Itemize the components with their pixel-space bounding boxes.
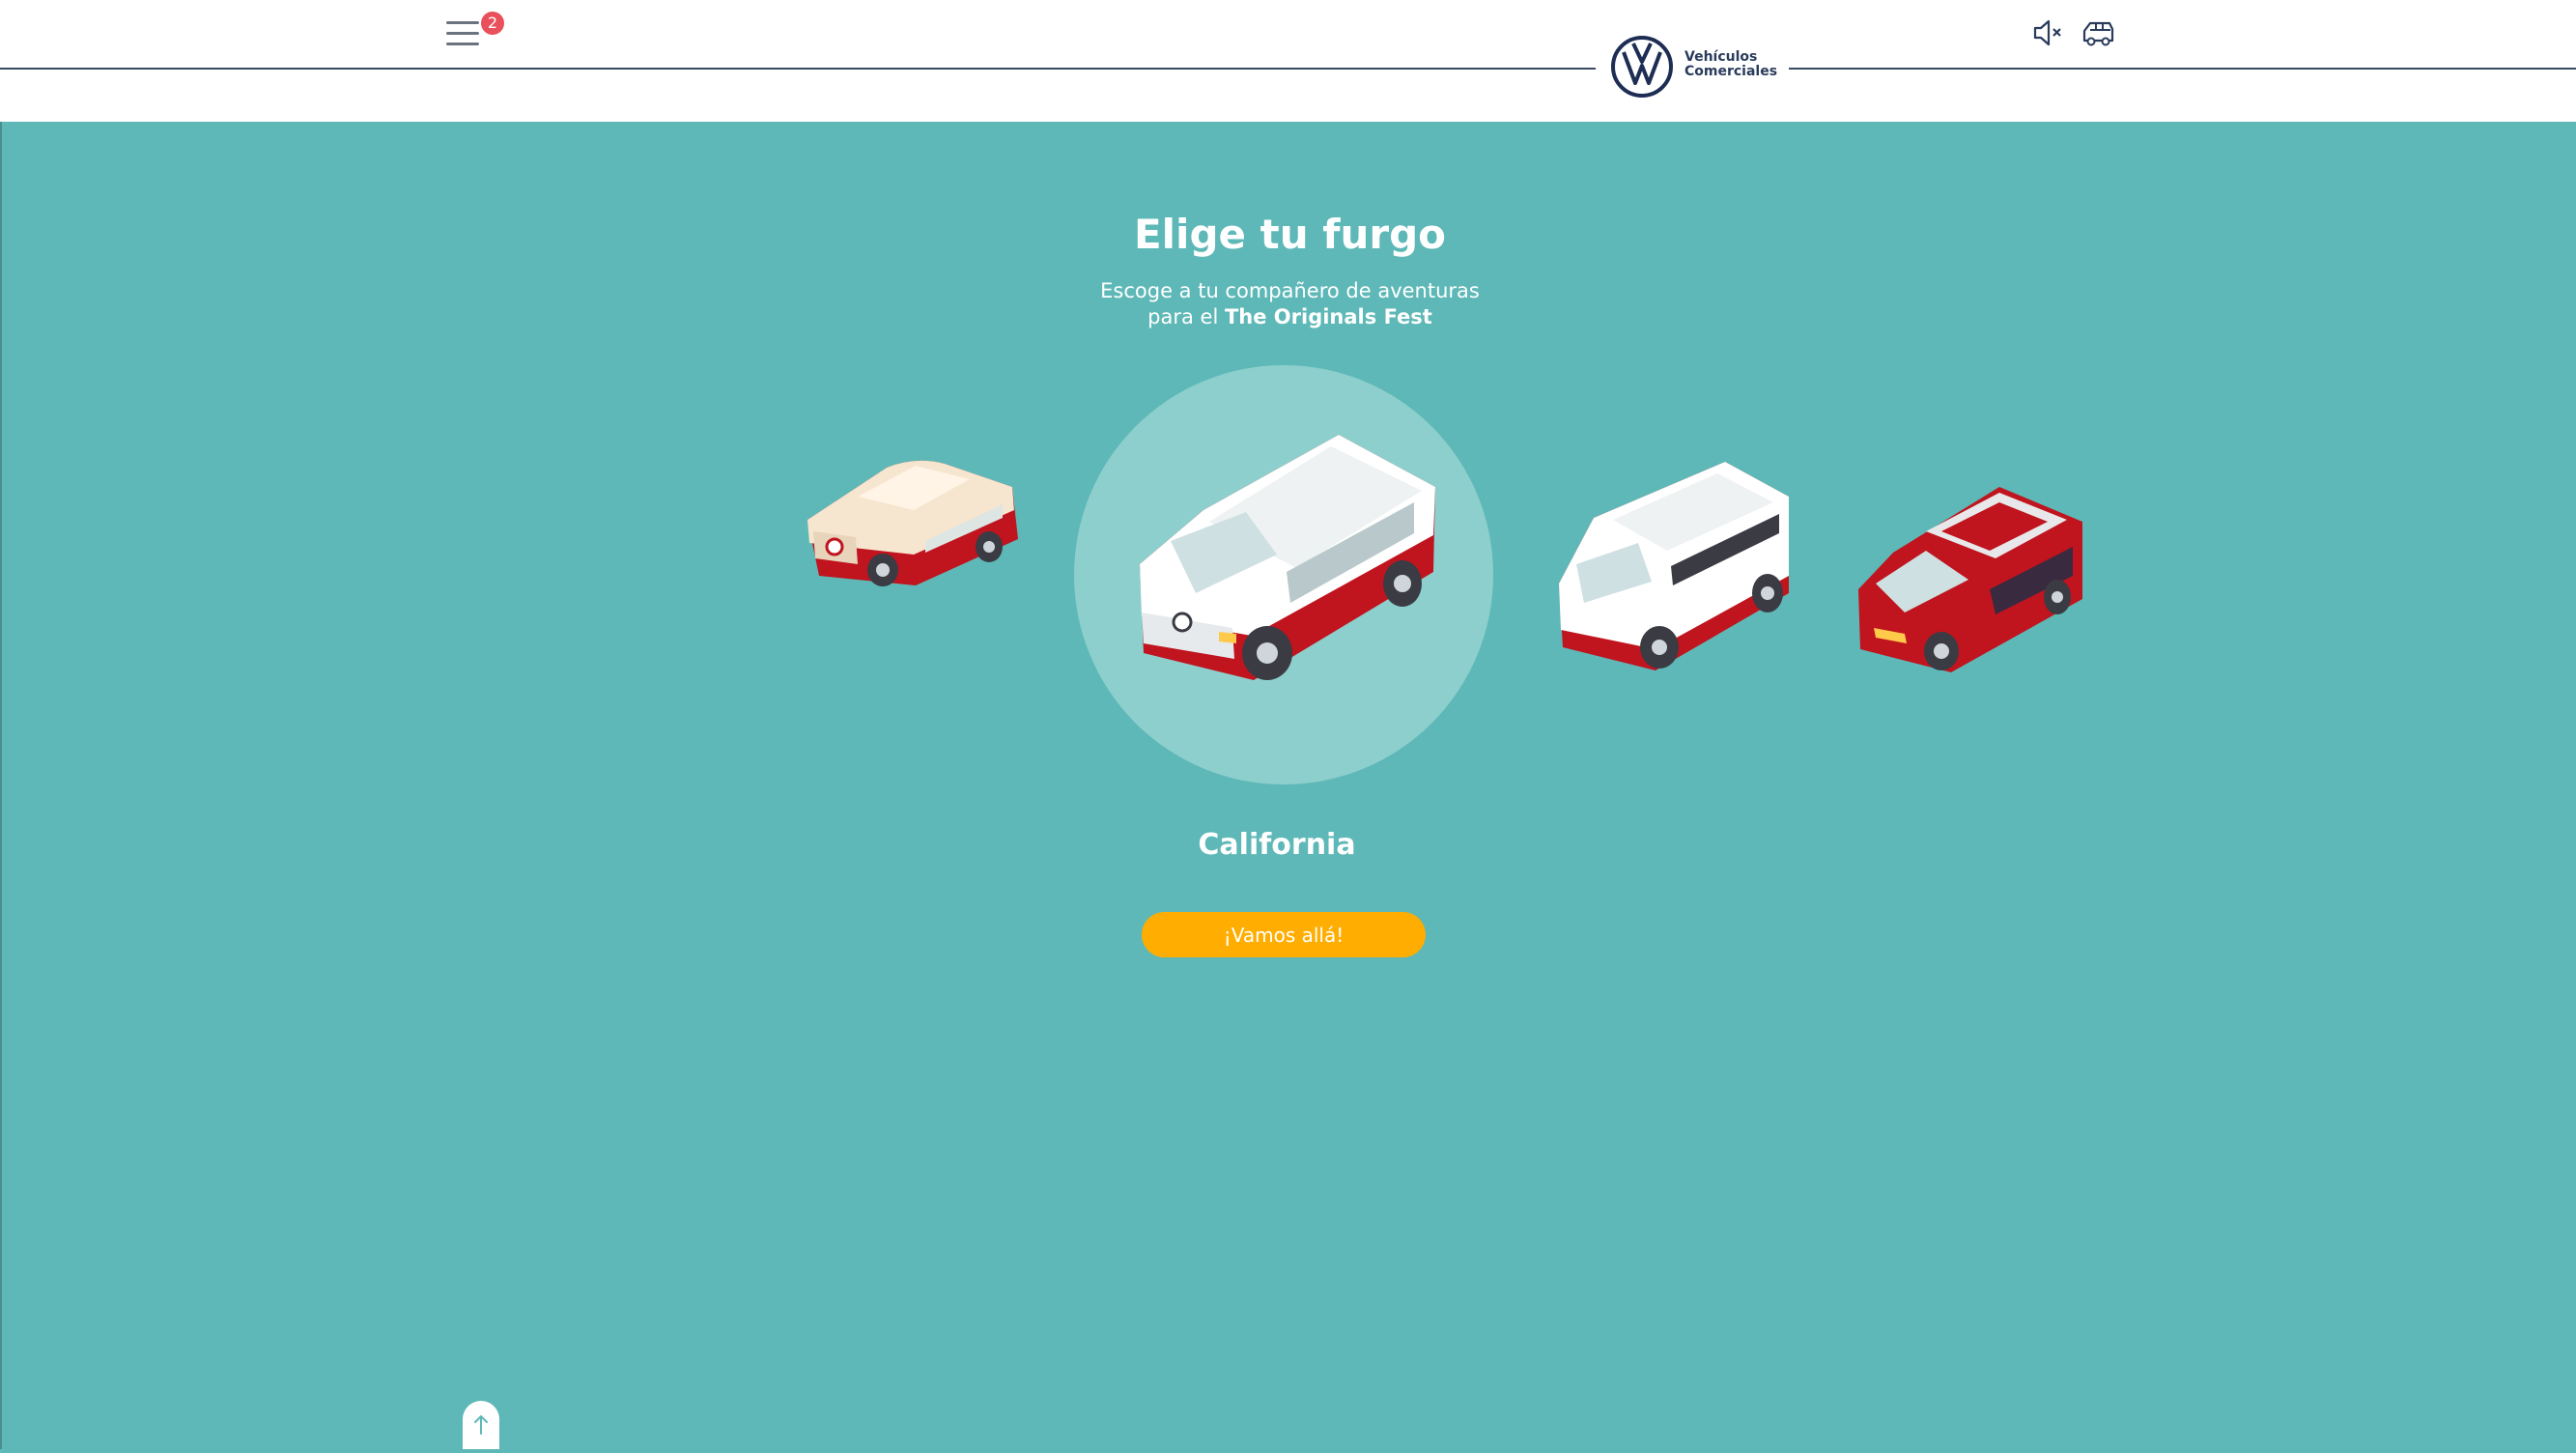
vehicle-selector: Elige tu furgo Escoge a tu compañero de …: [0, 122, 2576, 1449]
brand-line1: Vehículos: [1684, 49, 1758, 65]
scroll-up-button[interactable]: [463, 1401, 499, 1449]
sound-muted-icon[interactable]: [2030, 15, 2065, 50]
page-title: Elige tu furgo: [1133, 211, 1447, 258]
subtitle-line2: para el The Originals Fest: [2, 304, 2576, 330]
event-name: The Originals Fest: [1224, 305, 1432, 328]
subtitle-line1: Escoge a tu compañero de aventuras: [1100, 279, 1480, 302]
header-divider-left: [0, 68, 1596, 70]
vehicle-caddy[interactable]: [1854, 483, 2086, 676]
selected-vehicle-name: California: [1198, 828, 1356, 862]
top-header: 2 Vehículos Comerciales: [0, 0, 2576, 122]
lets-go-button[interactable]: ¡Vamos allá!: [1142, 912, 1426, 957]
header-divider-right: [1789, 68, 2576, 70]
subtitle-prefix: para el: [1147, 305, 1225, 328]
brand-name: Vehículos Comerciales: [1684, 50, 1777, 79]
page-subtitle: Escoge a tu compañero de aventuras para …: [2, 278, 2576, 330]
vehicle-classic-van[interactable]: [800, 450, 1026, 591]
van-icon[interactable]: [2081, 15, 2115, 50]
volkswagen-logo-icon[interactable]: [1610, 35, 1674, 99]
menu-button[interactable]: [446, 19, 479, 48]
vehicle-california[interactable]: [1132, 429, 1441, 686]
arrow-up-icon: [474, 1414, 488, 1435]
notification-badge: 2: [481, 12, 504, 35]
vehicle-crafter[interactable]: [1555, 458, 1793, 676]
brand-line2: Comerciales: [1684, 64, 1778, 79]
